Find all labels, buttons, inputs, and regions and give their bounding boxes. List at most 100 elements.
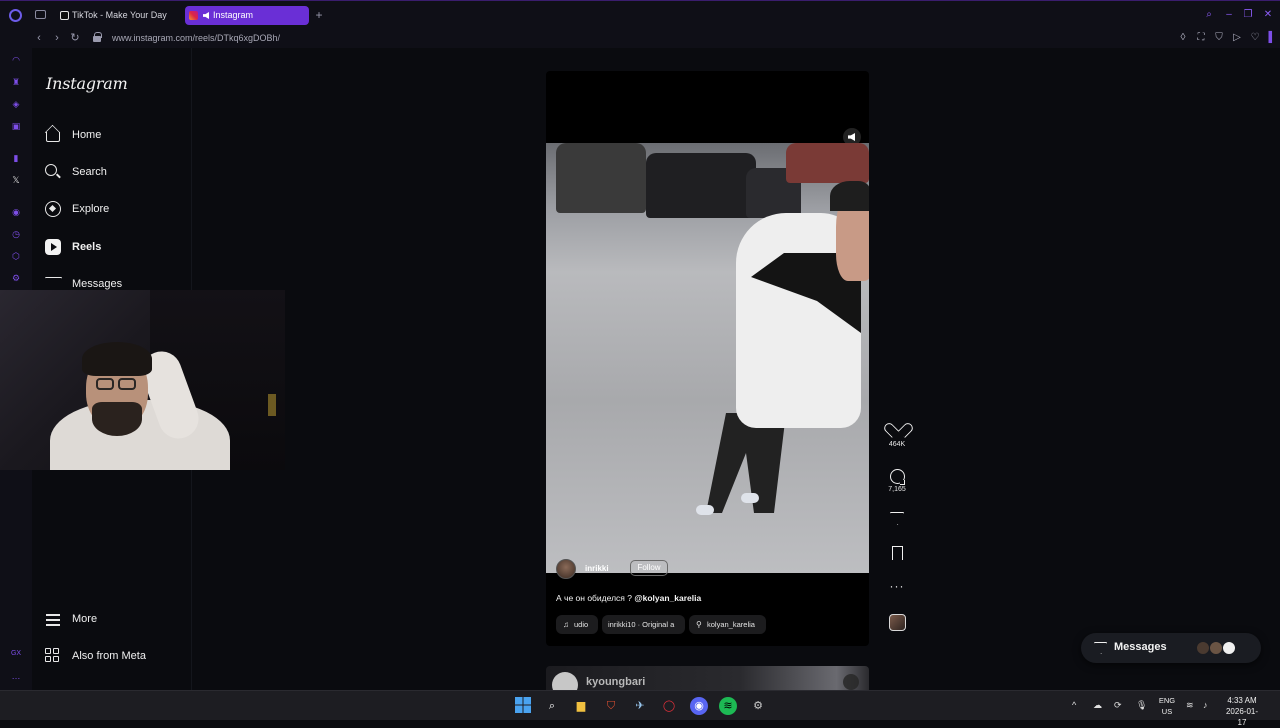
- history-icon[interactable]: ◷: [10, 228, 22, 240]
- person-icon: ⚲: [696, 620, 702, 629]
- ellipsis-icon: ···: [889, 579, 905, 593]
- gx-corner-icon[interactable]: ♜: [10, 76, 22, 88]
- language-indicator[interactable]: ENG US: [1156, 695, 1178, 717]
- tagged-user-chip[interactable]: ⚲ kolyan_karelia: [689, 615, 766, 634]
- discord-icon[interactable]: ◉: [690, 697, 708, 715]
- comment-button[interactable]: 7,165: [883, 469, 911, 493]
- like-button[interactable]: 464K: [883, 424, 911, 448]
- aria-icon[interactable]: ◠: [10, 54, 22, 66]
- tab-instagram[interactable]: Instagram: [185, 6, 309, 25]
- bookmark-icon: [891, 546, 903, 560]
- wifi-icon[interactable]: ≋: [1186, 699, 1194, 711]
- follow-button[interactable]: Follow: [630, 560, 668, 576]
- sidebar-item-search[interactable]: Search: [45, 161, 185, 183]
- reel-caption: А че он обиделся ? @kolyan_karelia: [556, 593, 701, 603]
- opera-gx-icon[interactable]: ◯: [660, 697, 678, 715]
- snapshot-icon[interactable]: ⛶: [1195, 32, 1207, 44]
- sidebar-item-explore[interactable]: Explore: [45, 198, 185, 220]
- search-tabs-icon[interactable]: ⌕: [1203, 9, 1215, 21]
- webcam-glasses-image: [118, 378, 136, 390]
- reel-video[interactable]: [546, 143, 869, 573]
- next-reel-preview[interactable]: kyoungbari: [546, 666, 869, 690]
- pinboard-icon[interactable]: ⬡: [10, 250, 22, 262]
- windows-taskbar: ⌕ ▆ ⛉ ✈ ◯ ◉ ≋ ⚙ ^ ☁ ⟳ 🎙 ENG US ≋ ♪ 4:33 …: [0, 690, 1280, 727]
- opera-logo-icon[interactable]: [9, 9, 22, 22]
- messages-pill-label: Messages: [1114, 641, 1167, 653]
- sidebar-item-home[interactable]: Home: [45, 124, 185, 146]
- favorites-heart-icon[interactable]: ♡: [1249, 32, 1261, 44]
- author-username[interactable]: inrikki: [585, 564, 609, 573]
- spotify-icon[interactable]: ≋: [719, 697, 737, 715]
- more-rail-icon[interactable]: …: [10, 670, 22, 682]
- next-author-avatar[interactable]: [552, 672, 578, 690]
- taskbar-search-icon[interactable]: ⌕: [543, 697, 561, 715]
- tiktok-favicon-icon: [60, 11, 69, 20]
- security-app-icon[interactable]: ⛉: [602, 697, 620, 715]
- microphone-icon[interactable]: 🎙: [1136, 699, 1147, 711]
- audio-chip[interactable]: ♫ udio: [556, 615, 598, 634]
- url-field[interactable]: www.instagram.com/reels/DTkq6xgDOBh/: [112, 31, 280, 45]
- tab-tiktok[interactable]: TikTok - Make Your Day: [56, 6, 180, 25]
- music-player-icon[interactable]: ◈: [10, 98, 22, 110]
- restore-button[interactable]: ❐: [1242, 9, 1254, 21]
- instagram-logo[interactable]: Instagram: [46, 74, 128, 93]
- webcam-bottle-image: [268, 394, 276, 416]
- close-window-button[interactable]: ✕: [1262, 9, 1274, 21]
- audio-playing-icon[interactable]: [203, 12, 209, 19]
- gx-control-icon[interactable]: GX: [10, 648, 22, 660]
- more-options-button[interactable]: ···: [883, 579, 911, 593]
- windows-start-icon[interactable]: [514, 697, 532, 715]
- forward-button[interactable]: ›: [50, 31, 64, 45]
- player-icon[interactable]: ◉: [10, 206, 22, 218]
- play-icon[interactable]: ▷: [1231, 32, 1243, 44]
- sidebar-toggle-icon[interactable]: ▌: [1266, 32, 1278, 44]
- webcam-glasses-image: [96, 378, 114, 390]
- webcam-hair-image: [82, 342, 152, 376]
- caption-text: А че он обиделся ?: [556, 593, 635, 603]
- author-avatar[interactable]: [556, 559, 576, 579]
- reels-icon: [45, 239, 61, 255]
- instagram-favicon-icon: [189, 11, 198, 20]
- clock-date: 2026-01-17: [1225, 707, 1259, 727]
- avatar: [1222, 641, 1236, 655]
- webcam-overlay: [0, 290, 285, 470]
- sidebar-item-also-from-meta[interactable]: Also from Meta: [45, 645, 185, 667]
- x-icon[interactable]: 𝕏: [10, 174, 22, 186]
- messages-pill-button[interactable]: Messages: [1081, 633, 1261, 663]
- onedrive-icon[interactable]: ☁: [1093, 699, 1102, 711]
- caption-mention-link[interactable]: @kolyan_karelia: [634, 593, 701, 603]
- shield-icon[interactable]: ⛉: [1213, 32, 1225, 44]
- audio-page-button[interactable]: [883, 614, 911, 631]
- show-hidden-icons-icon[interactable]: ^: [1072, 699, 1076, 711]
- sidebar-item-reels[interactable]: Reels: [45, 236, 185, 258]
- settings-icon[interactable]: ⚙: [10, 272, 22, 284]
- new-tab-button[interactable]: +: [312, 8, 326, 22]
- reload-button[interactable]: ↻: [68, 31, 82, 45]
- back-button[interactable]: ‹: [32, 31, 46, 45]
- tab-islands-icon[interactable]: [35, 10, 46, 19]
- twitch-icon[interactable]: ▮: [10, 152, 22, 164]
- tab-label: TikTok - Make Your Day: [72, 10, 167, 20]
- next-author-username[interactable]: kyoungbari: [586, 676, 645, 688]
- sidebar-item-more[interactable]: More: [45, 608, 185, 630]
- app-icon[interactable]: ⚙: [749, 697, 767, 715]
- minimize-button[interactable]: –: [1223, 9, 1235, 21]
- sidebar-item-label: Reels: [72, 241, 102, 253]
- lock-icon[interactable]: [93, 32, 102, 42]
- car-image: [786, 143, 869, 183]
- shoe-image: [696, 505, 714, 515]
- steam-icon[interactable]: ✈: [631, 697, 649, 715]
- original-audio-chip[interactable]: inrikki10 · Original a: [602, 615, 685, 634]
- share-button[interactable]: [883, 512, 911, 525]
- speaker-icon[interactable]: ♪: [1203, 699, 1208, 711]
- volume-icon[interactable]: [843, 674, 859, 690]
- system-clock[interactable]: 4:33 AM 2026-01-17: [1222, 695, 1262, 728]
- file-explorer-icon[interactable]: ▆: [572, 697, 590, 715]
- tray-app-icon[interactable]: ⟳: [1114, 699, 1122, 711]
- reel-player[interactable]: inrikki Follow А че он обиделся ? @kolya…: [546, 71, 869, 646]
- like-count: 464K: [888, 441, 906, 448]
- sidebar-item-label: More: [72, 613, 98, 625]
- vpn-icon[interactable]: ◊: [1177, 32, 1189, 44]
- messenger-icon[interactable]: ▣: [10, 120, 22, 132]
- save-button[interactable]: [883, 546, 911, 560]
